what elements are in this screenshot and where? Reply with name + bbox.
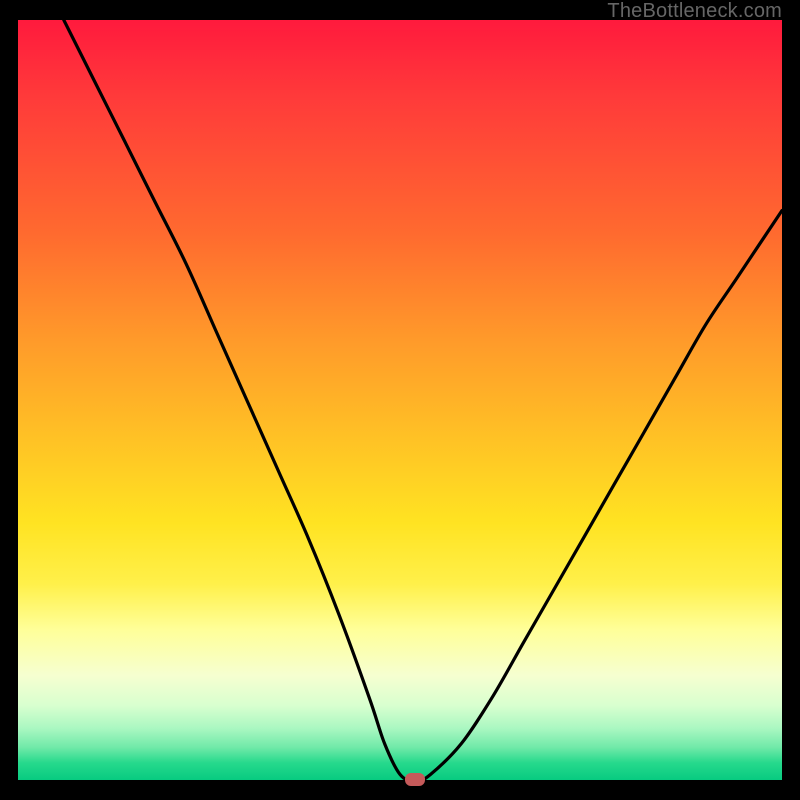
min-marker <box>405 773 425 786</box>
bottleneck-curve <box>18 20 782 782</box>
chart-frame: TheBottleneck.com <box>0 0 800 800</box>
watermark-text: TheBottleneck.com <box>607 0 782 23</box>
plot-area <box>18 20 782 782</box>
